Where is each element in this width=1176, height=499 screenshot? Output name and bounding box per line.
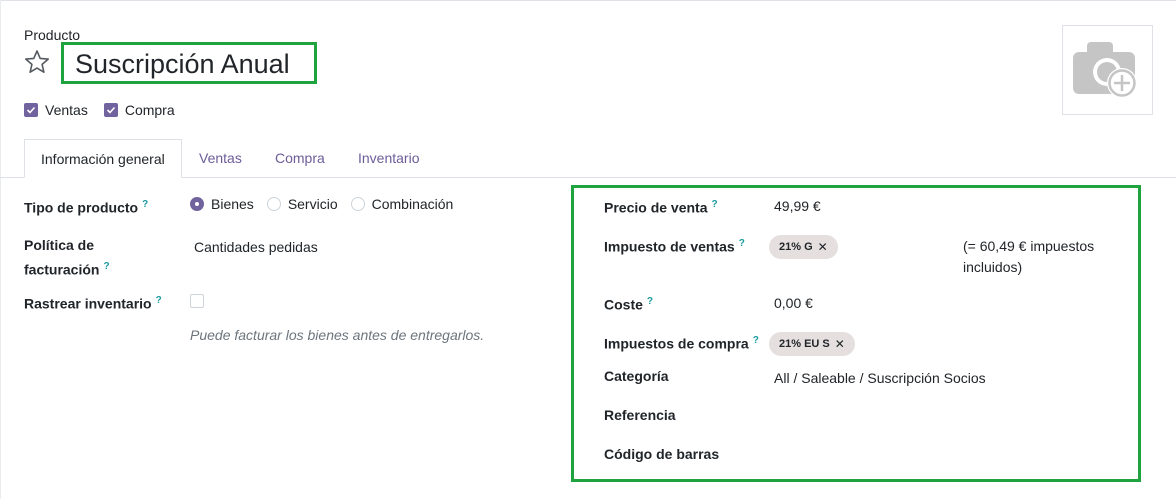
radio-combo-label: Combinación xyxy=(371,196,454,212)
track-inventory-label-text: Rastrear inventario xyxy=(24,295,152,312)
help-icon[interactable]: ? xyxy=(753,335,759,346)
product-type-label-text: Tipo de producto xyxy=(24,199,139,216)
cost-input[interactable]: 0,00 € xyxy=(774,293,813,314)
product-name-input[interactable]: Suscripción Anual xyxy=(75,49,290,80)
radio-goods[interactable]: Bienes xyxy=(190,196,254,212)
sale-price-label: Precio de venta? xyxy=(604,194,718,219)
invoice-policy-label: Política de facturación? xyxy=(24,235,110,281)
cost-label: Coste? xyxy=(604,291,653,316)
remove-tag-icon[interactable]: ✕ xyxy=(818,235,828,259)
barcode-input[interactable] xyxy=(774,444,1114,465)
invoice-hint: Puede facturar los bienes antes de entre… xyxy=(190,327,485,343)
top-border xyxy=(0,0,1176,1)
camera-add-icon xyxy=(1073,42,1137,98)
help-icon[interactable]: ? xyxy=(103,261,109,272)
sales-tax-tag-label: 21% G xyxy=(779,241,813,253)
help-icon[interactable]: ? xyxy=(156,295,162,306)
tab-inventory[interactable]: Inventario xyxy=(358,139,419,178)
product-type-heading: Producto xyxy=(24,27,81,43)
remove-tag-icon[interactable]: ✕ xyxy=(835,332,845,356)
form-tabs: Información general Ventas Compra Invent… xyxy=(0,139,1176,178)
radio-button[interactable] xyxy=(266,197,281,211)
tax-included-note: (= 60,49 € impuestos incluidos) xyxy=(963,238,1095,275)
tab-general-info[interactable]: Información general xyxy=(24,139,182,178)
radio-goods-label: Bienes xyxy=(211,196,254,212)
purchase-option[interactable]: Compra xyxy=(103,102,175,118)
radio-combo[interactable]: Combinación xyxy=(350,196,454,212)
left-border xyxy=(0,0,1,499)
sales-checkbox[interactable] xyxy=(24,103,38,117)
sale-price-label-text: Precio de venta xyxy=(604,199,708,216)
invoice-policy-label-line1: Política de xyxy=(24,237,95,253)
barcode-label: Código de barras xyxy=(604,446,720,462)
check-icon xyxy=(106,106,115,114)
purchase-tax-tag: 21% EU S ✕ xyxy=(769,332,855,356)
invoice-policy-select[interactable]: Cantidades pedidas xyxy=(194,237,318,258)
reference-input[interactable] xyxy=(774,405,1114,426)
cost-label-text: Coste xyxy=(604,296,643,313)
sales-tax-tag: 21% G ✕ xyxy=(769,235,838,259)
tab-sales[interactable]: Ventas xyxy=(199,139,242,178)
purchase-checkbox[interactable] xyxy=(103,103,118,117)
sale-price-input[interactable]: 49,99 € xyxy=(774,196,821,217)
radio-service[interactable]: Servicio xyxy=(266,196,338,212)
check-icon xyxy=(26,106,36,114)
help-icon[interactable]: ? xyxy=(712,199,718,210)
sales-tax-label: Impuesto de ventas? xyxy=(604,233,745,258)
track-inventory-label: Rastrear inventario? xyxy=(24,290,162,315)
purchase-tax-label-text: Impuestos de compra xyxy=(604,335,749,352)
product-image-upload[interactable] xyxy=(1062,25,1153,115)
help-icon[interactable]: ? xyxy=(142,199,148,210)
product-type-radio-group: Bienes Servicio Combinación xyxy=(190,196,466,212)
product-name-highlight: Suscripción Anual xyxy=(61,42,317,84)
help-icon[interactable]: ? xyxy=(647,296,653,307)
radio-button[interactable] xyxy=(190,197,204,211)
reference-label: Referencia xyxy=(604,407,676,423)
star-icon[interactable] xyxy=(24,49,50,75)
help-icon[interactable]: ? xyxy=(739,238,745,249)
sales-checkbox-label: Ventas xyxy=(45,102,88,118)
product-options: Ventas Compra xyxy=(24,102,191,118)
category-label: Categoría xyxy=(604,368,669,384)
product-type-label: Tipo de producto? xyxy=(24,194,148,219)
radio-service-label: Servicio xyxy=(287,196,338,212)
sales-tax-label-text: Impuesto de ventas xyxy=(604,238,735,255)
sales-option[interactable]: Ventas xyxy=(24,102,88,118)
category-select[interactable]: All / Saleable / Suscripción Socios xyxy=(774,368,986,389)
purchase-checkbox-label: Compra xyxy=(124,102,175,118)
purchase-tax-label: Impuestos de compra? xyxy=(604,330,759,355)
track-inventory-checkbox[interactable] xyxy=(190,294,204,308)
purchase-tax-tag-label: 21% EU S xyxy=(779,338,830,350)
tab-purchase[interactable]: Compra xyxy=(275,139,325,178)
invoice-policy-label-line2: facturación xyxy=(24,261,100,278)
radio-button[interactable] xyxy=(350,197,365,211)
